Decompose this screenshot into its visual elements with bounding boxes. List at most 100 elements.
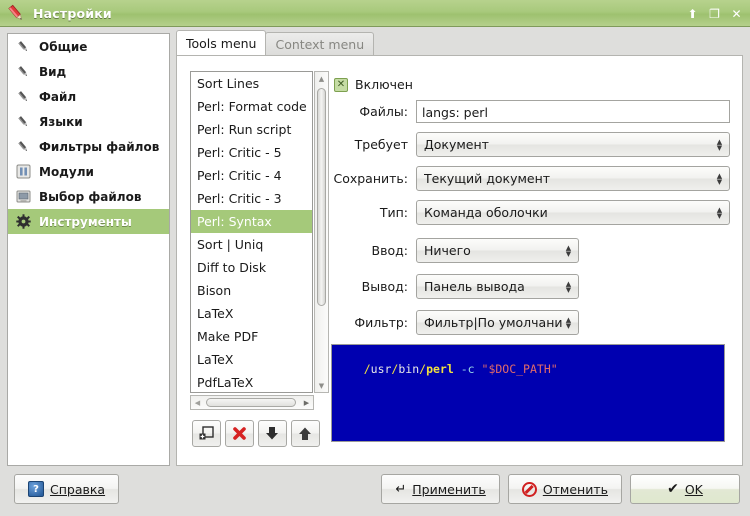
cancel-button[interactable]: Отменить <box>507 474 622 504</box>
sidebar-item-tools[interactable]: Инструменты <box>8 209 169 234</box>
list-item[interactable]: Diff to Disk <box>191 256 312 279</box>
output-label: Вывод: <box>361 279 408 294</box>
pencil-icon <box>5 2 27 24</box>
scroll-down-icon[interactable]: ▼ <box>315 379 328 392</box>
window-title: Настройки <box>33 5 112 21</box>
output-combo[interactable]: Панель вывода ▲ ▼ <box>416 274 579 299</box>
sidebar-item-general[interactable]: Общие <box>8 34 169 59</box>
list-horizontal-scrollbar[interactable]: ◀ ▶ <box>190 395 314 410</box>
scroll-up-icon[interactable]: ▲ <box>315 72 328 85</box>
spinner-icon[interactable]: ▲ ▼ <box>714 138 725 151</box>
apply-button[interactable]: ↵ Применить <box>381 474 500 504</box>
sidebar-item-label: Выбор файлов <box>39 189 142 204</box>
sidebar-item-label: Модули <box>39 164 94 179</box>
move-up-button[interactable] <box>291 420 320 447</box>
titlebar-buttons: ⬆ ❐ ✕ <box>684 5 745 22</box>
move-down-button[interactable] <box>258 420 287 447</box>
output-value: Панель вывода <box>424 279 525 294</box>
monitor-icon <box>15 188 32 205</box>
scrollbar-thumb[interactable] <box>206 398 296 407</box>
settings-dialog: Настройки ⬆ ❐ ✕ Общие Вид Файл Языки Фил… <box>0 0 750 516</box>
sidebar: Общие Вид Файл Языки Фильтры файлов Моду… <box>7 33 170 466</box>
requires-label: Требует <box>354 137 408 152</box>
list-item[interactable]: PdfLaTeX <box>191 371 312 392</box>
ok-label: OK <box>684 481 703 497</box>
command-editor[interactable]: /usr/bin/perl -c "$DOC_PATH" <box>331 344 725 442</box>
sidebar-item-label: Общие <box>39 39 88 54</box>
sidebar-item-view[interactable]: Вид <box>8 59 169 84</box>
spinner-icon[interactable]: ▲ ▼ <box>563 244 574 257</box>
input-value: Ничего <box>424 243 471 258</box>
list-vertical-scrollbar[interactable]: ▲ ▼ <box>314 71 329 393</box>
spinner-icon[interactable]: ▲ ▼ <box>714 172 725 185</box>
list-item[interactable]: Sort Lines <box>191 72 312 95</box>
dialog-actions: ↵ Применить Отменить ✔ OK <box>381 474 740 504</box>
help-button[interactable]: ? Справка <box>14 474 120 504</box>
list-item[interactable]: Perl: Format code <box>191 95 312 118</box>
sidebar-item-plugins[interactable]: Модули <box>8 159 169 184</box>
sidebar-item-file[interactable]: Файл <box>8 84 169 109</box>
filter-row: Фильтр: Фильтр|По умолчанию ▲ ▼ <box>330 310 730 335</box>
list-item[interactable]: Perl: Critic - 5 <box>191 141 312 164</box>
tab-context-menu[interactable]: Context menu <box>265 32 375 55</box>
scroll-right-icon[interactable]: ▶ <box>300 396 313 409</box>
maximize-button[interactable]: ❐ <box>706 5 723 22</box>
scrollbar-thumb[interactable] <box>317 88 326 306</box>
type-value: Команда оболочки <box>424 205 548 220</box>
spinner-icon[interactable]: ▲ ▼ <box>714 206 725 219</box>
list-item[interactable]: LaTeX <box>191 302 312 325</box>
sidebar-item-label: Языки <box>39 114 83 129</box>
enter-arrow-icon: ↵ <box>395 481 407 497</box>
enabled-checkbox[interactable]: ✕ <box>334 77 348 92</box>
requires-row: Требует Документ ▲ ▼ <box>330 132 730 157</box>
shade-button[interactable]: ⬆ <box>684 5 701 22</box>
ok-button[interactable]: ✔ OK <box>630 474 740 504</box>
apply-label: Применить <box>412 481 486 497</box>
requires-combo[interactable]: Документ ▲ ▼ <box>416 132 730 157</box>
help-label: Справка <box>50 481 106 497</box>
pencil-icon <box>15 88 32 105</box>
type-label: Тип: <box>379 205 408 220</box>
enabled-row[interactable]: ✕ Включен <box>334 77 413 92</box>
pencil-icon <box>15 63 32 80</box>
list-item[interactable]: Perl: Critic - 3 <box>191 187 312 210</box>
sidebar-item-file-chooser[interactable]: Выбор файлов <box>8 184 169 209</box>
delete-tool-button[interactable] <box>225 420 254 447</box>
list-item[interactable]: Make PDF <box>191 325 312 348</box>
filter-combo[interactable]: Фильтр|По умолчанию ▲ ▼ <box>416 310 579 335</box>
input-label: Ввод: <box>371 243 408 258</box>
tab-tools-menu[interactable]: Tools menu <box>176 30 267 55</box>
sidebar-item-file-filters[interactable]: Фильтры файлов <box>8 134 169 159</box>
type-combo[interactable]: Команда оболочки ▲ ▼ <box>416 200 730 225</box>
sidebar-item-label: Вид <box>39 64 67 79</box>
list-item[interactable]: Perl: Run script <box>191 118 312 141</box>
list-item[interactable]: Perl: Critic - 4 <box>191 164 312 187</box>
spinner-icon[interactable]: ▲ ▼ <box>563 316 574 329</box>
command-text: /usr/bin/perl -c "$DOC_PATH" <box>363 362 558 376</box>
input-combo[interactable]: Ничего ▲ ▼ <box>416 238 579 263</box>
filter-value: Фильтр|По умолчанию <box>424 315 563 330</box>
save-combo[interactable]: Текущий документ ▲ ▼ <box>416 166 730 191</box>
requires-value: Документ <box>424 137 489 152</box>
scroll-left-icon[interactable]: ◀ <box>191 396 204 409</box>
tool-list[interactable]: Sort Lines Perl: Format code Perl: Run s… <box>190 71 313 393</box>
save-row: Сохранить: Текущий документ ▲ ▼ <box>330 166 730 191</box>
add-tool-button[interactable] <box>192 420 221 447</box>
cancel-icon <box>521 481 537 497</box>
list-item[interactable]: Bison <box>191 279 312 302</box>
output-row: Вывод: Панель вывода ▲ ▼ <box>330 274 730 299</box>
close-button[interactable]: ✕ <box>728 5 745 22</box>
files-label: Файлы: <box>359 104 408 119</box>
spinner-icon[interactable]: ▲ ▼ <box>563 280 574 293</box>
sidebar-item-languages[interactable]: Языки <box>8 109 169 134</box>
sidebar-item-label: Файл <box>39 89 77 104</box>
cancel-label: Отменить <box>542 481 608 497</box>
tool-details-form: Файлы: langs: perl Требует Документ ▲ ▼ С… <box>330 100 730 344</box>
list-item-selected[interactable]: Perl: Syntax <box>191 210 312 233</box>
files-field[interactable]: langs: perl <box>416 100 730 123</box>
sidebar-item-label: Фильтры файлов <box>39 139 160 154</box>
type-row: Тип: Команда оболочки ▲ ▼ <box>330 200 730 225</box>
list-item[interactable]: Sort | Uniq <box>191 233 312 256</box>
list-item[interactable]: LaTeX <box>191 348 312 371</box>
pencil-icon <box>15 138 32 155</box>
